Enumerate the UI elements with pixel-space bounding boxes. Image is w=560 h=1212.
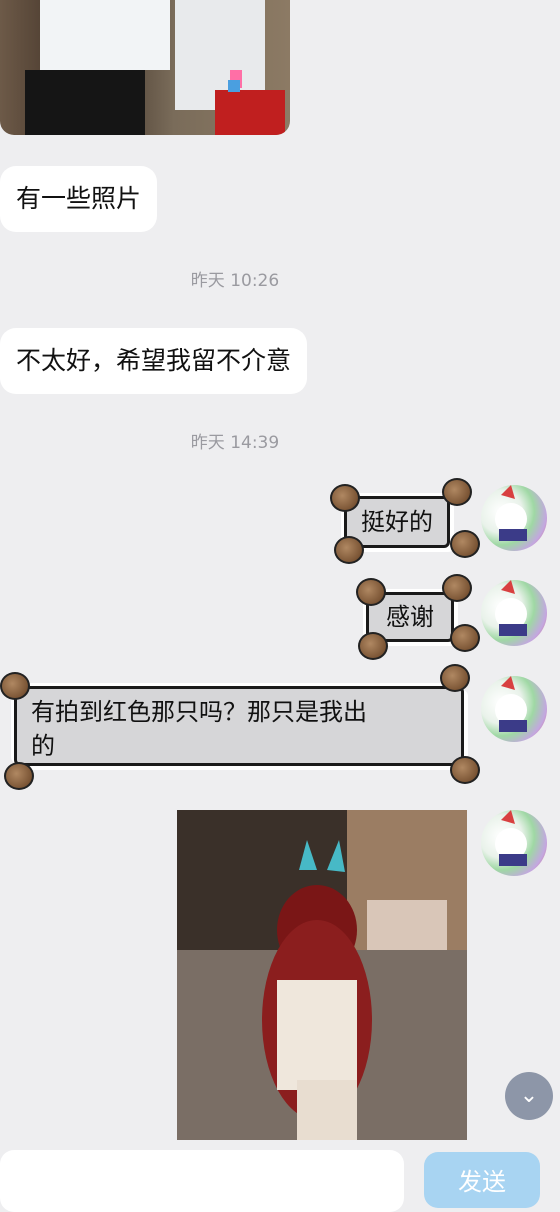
message-bubble-sent[interactable]: 有拍到红色那只吗？那只是我出 的 xyxy=(0,664,480,790)
message-text: 的 xyxy=(31,732,55,760)
message-bubble-received[interactable]: 有一些照片 xyxy=(0,166,158,232)
avatar-icon xyxy=(495,676,527,732)
hamster-icon xyxy=(450,624,480,652)
avatar-icon xyxy=(495,580,527,636)
hamster-icon xyxy=(358,632,388,660)
avatar-icon xyxy=(495,810,527,866)
message-bubble-sent[interactable]: 挺好的 xyxy=(330,478,480,564)
message-text: 有拍到红色那只吗？那只是我出 xyxy=(31,698,367,726)
hamster-icon xyxy=(4,762,34,790)
timestamp: 昨天 14:39 xyxy=(190,433,280,453)
hamster-icon xyxy=(0,672,30,700)
scroll-down-button[interactable]: ⌄ xyxy=(505,1072,553,1120)
avatar[interactable] xyxy=(481,810,547,876)
message-text: 感谢 xyxy=(386,603,434,631)
shared-photo[interactable] xyxy=(177,810,467,1140)
message-text: 挺好的 xyxy=(361,508,433,536)
hamster-icon xyxy=(356,578,386,606)
chevron-down-icon: ⌄ xyxy=(519,1083,539,1108)
message-bubble-received[interactable]: 不太好，希望我留不介意 xyxy=(0,328,308,394)
avatar[interactable] xyxy=(481,580,547,646)
photo-content xyxy=(177,810,467,1140)
photo-content xyxy=(25,0,285,135)
shared-photo-top[interactable] xyxy=(0,0,290,135)
message-bubble-sent[interactable]: 感谢 xyxy=(352,574,480,660)
avatar[interactable] xyxy=(481,676,547,742)
avatar[interactable] xyxy=(481,485,547,551)
hamster-icon xyxy=(440,664,470,692)
hamster-icon xyxy=(334,536,364,564)
message-text: 有一些照片 xyxy=(16,184,142,213)
hamster-icon xyxy=(330,484,360,512)
message-text: 不太好，希望我留不介意 xyxy=(16,346,292,375)
hamster-icon xyxy=(442,574,472,602)
avatar-icon xyxy=(495,485,527,541)
sticker-bubble-frame: 有拍到红色那只吗？那只是我出 的 xyxy=(14,686,464,766)
hamster-icon xyxy=(450,756,480,784)
hamster-icon xyxy=(450,530,480,558)
hamster-icon xyxy=(442,478,472,506)
message-input[interactable] xyxy=(0,1150,404,1212)
timestamp: 昨天 10:26 xyxy=(190,271,280,291)
